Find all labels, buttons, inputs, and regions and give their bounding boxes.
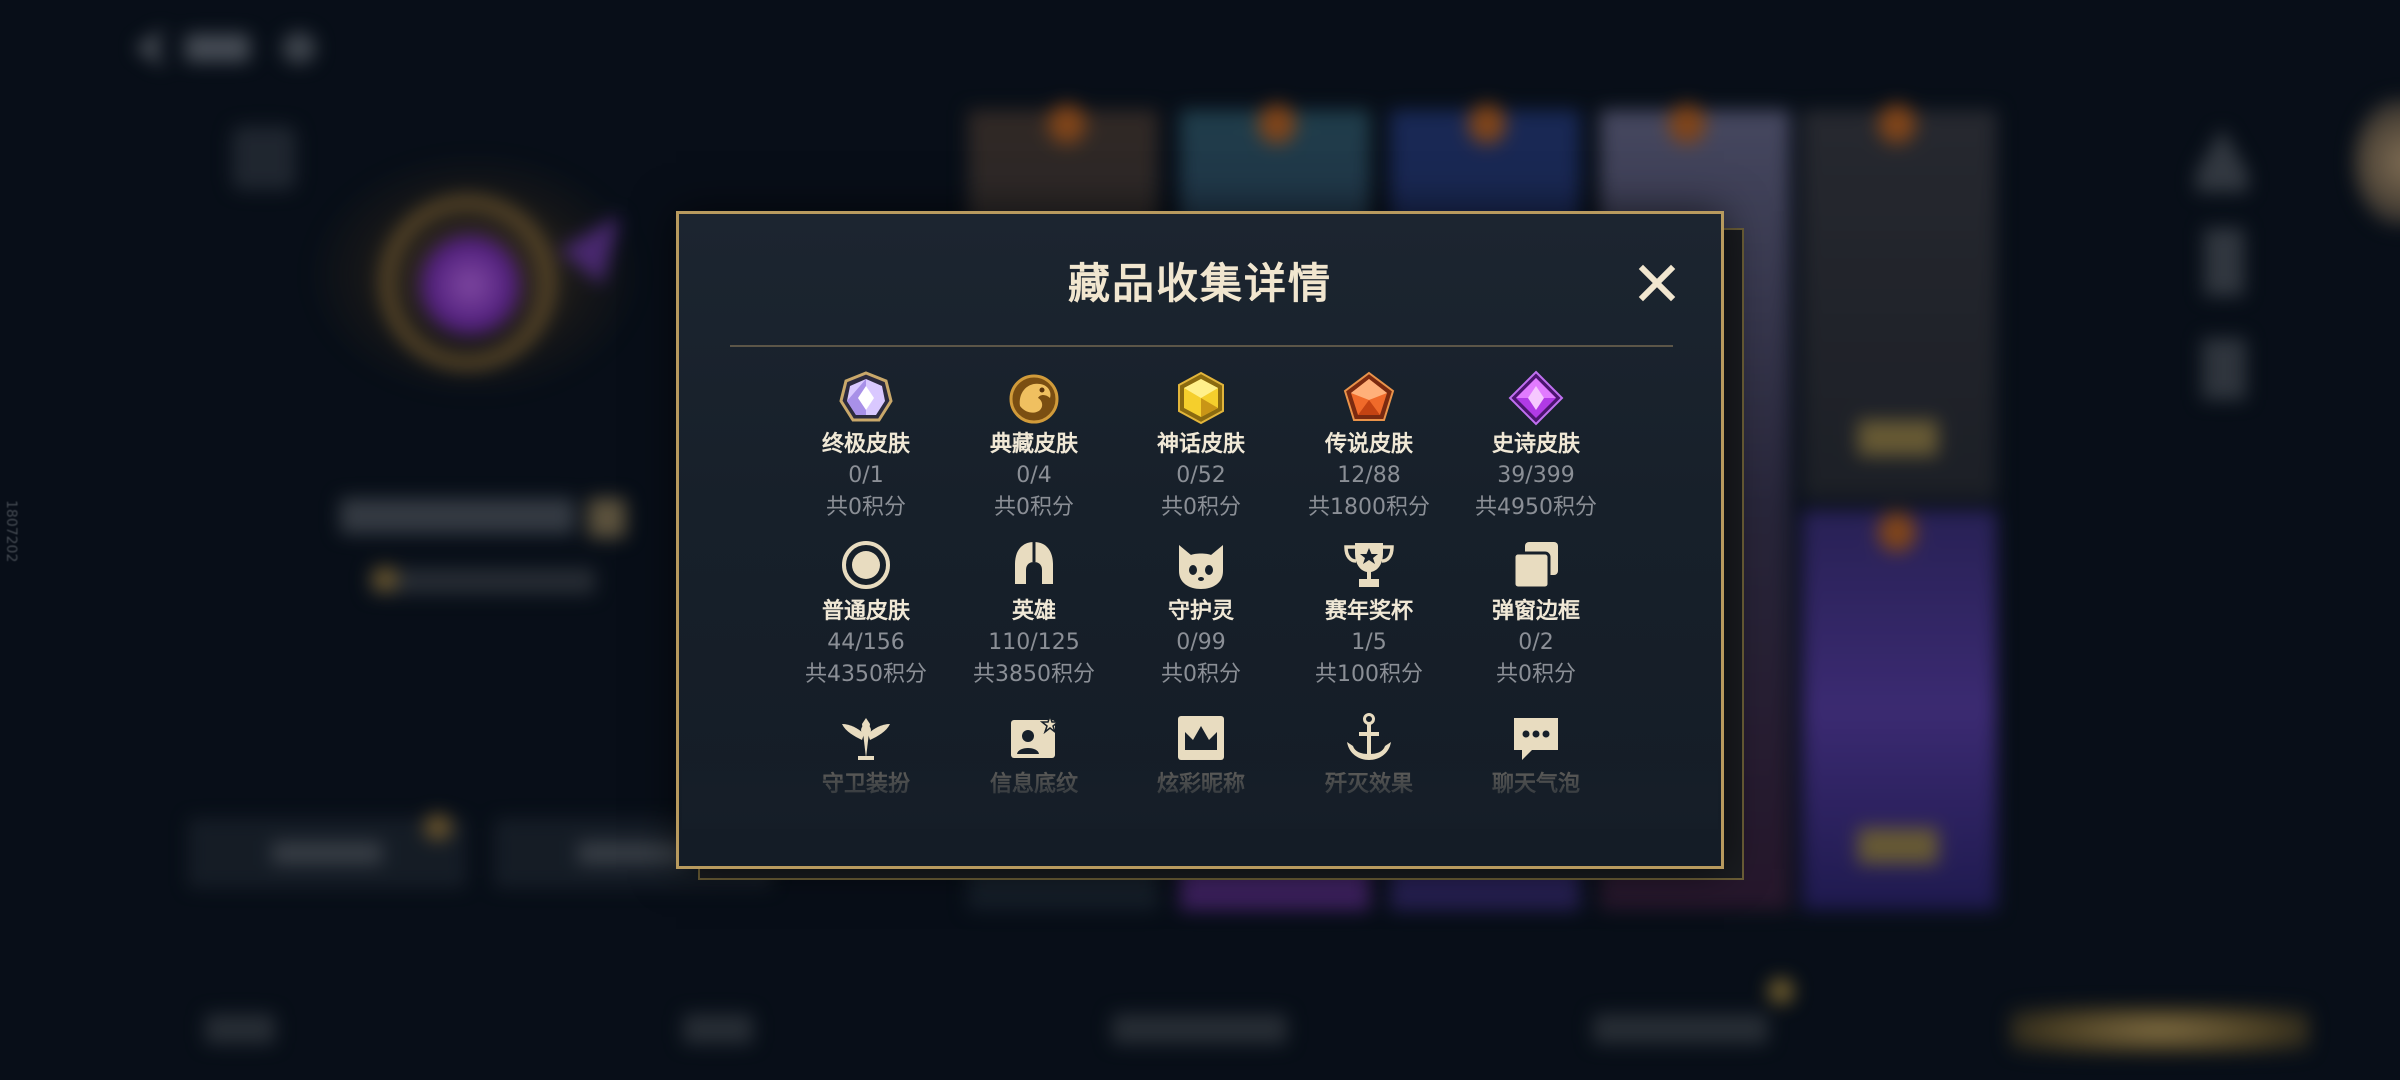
collection-item-points: 共0积分 <box>994 495 1074 520</box>
collection-item-count: 0/1 <box>848 463 884 488</box>
collection-item: 典藏皮肤 0/4 共0积分 <box>950 370 1118 524</box>
collection-item-label: 炫彩昵称 <box>1156 772 1245 797</box>
collection-item-count: 0/52 <box>1176 463 1226 488</box>
collection-item: 神话皮肤 0/52 共0积分 <box>1117 370 1285 524</box>
collection-item-label: 英雄 <box>1011 599 1056 624</box>
collection-item-points: 共3850积分 <box>973 662 1095 687</box>
collection-item-count: 0/99 <box>1176 630 1226 655</box>
popup-frame-icon <box>1508 537 1564 593</box>
collection-item: 英雄 110/125 共3850积分 <box>950 537 1118 691</box>
legend-skin-gem-icon <box>1341 370 1397 426</box>
collection-item: 炫彩昵称 <box>1117 710 1285 800</box>
collection-grid: 终极皮肤 0/1 共0积分 典藏皮肤 0/4 共0积分 神话皮肤 0/52 共0积分 传说皮肤 12… <box>679 214 1721 866</box>
collection-item-points: 共100积分 <box>1315 662 1423 687</box>
collection-item-label: 神话皮肤 <box>1156 432 1245 457</box>
collection-item: 史诗皮肤 39/399 共4950积分 <box>1452 370 1620 524</box>
collection-item: 守护灵 0/99 共0积分 <box>1117 537 1285 691</box>
collection-item-label: 终极皮肤 <box>821 432 910 457</box>
ultimate-skin-gem-icon <box>838 370 894 426</box>
collector-skin-dragon-icon <box>1006 370 1062 426</box>
collection-item-points: 共0积分 <box>826 495 906 520</box>
collection-item-label: 守护灵 <box>1167 599 1234 624</box>
collection-item-points: 共4350积分 <box>805 662 927 687</box>
mythic-skin-gem-icon <box>1173 370 1229 426</box>
season-trophy-icon <box>1341 537 1397 593</box>
collection-item-count: 1/5 <box>1351 630 1387 655</box>
ward-outfit-icon <box>838 710 894 766</box>
colorful-nickname-icon <box>1173 710 1229 766</box>
guardian-spirit-icon <box>1173 537 1229 593</box>
collection-item: 歼灭效果 <box>1285 710 1453 800</box>
epic-skin-gem-icon <box>1508 370 1564 426</box>
collection-item-count: 0/4 <box>1016 463 1052 488</box>
collection-item: 守卫装扮 <box>782 710 950 800</box>
collection-item-points: 共0积分 <box>1161 495 1241 520</box>
collection-item-label: 普通皮肤 <box>821 599 910 624</box>
collection-item-label: 聊天气泡 <box>1491 772 1580 797</box>
hero-helmet-icon <box>1006 537 1062 593</box>
collection-item-label: 典藏皮肤 <box>989 432 1078 457</box>
collection-item-points: 共0积分 <box>1161 662 1241 687</box>
elimination-effect-icon <box>1341 710 1397 766</box>
collection-item-label: 传说皮肤 <box>1324 432 1413 457</box>
collection-item-points: 共4950积分 <box>1475 495 1597 520</box>
collection-item-count: 0/2 <box>1518 630 1554 655</box>
collection-item-count: 44/156 <box>827 630 905 655</box>
collection-item: 信息底纹 <box>950 710 1118 800</box>
collection-item: 终极皮肤 0/1 共0积分 <box>782 370 950 524</box>
collection-item-points: 共1800积分 <box>1308 495 1430 520</box>
collection-item-count: 39/399 <box>1497 463 1575 488</box>
info-background-icon <box>1006 710 1062 766</box>
collection-item-count: 110/125 <box>988 630 1080 655</box>
chat-bubble-icon <box>1508 710 1564 766</box>
collection-item: 赛年奖杯 1/5 共100积分 <box>1285 537 1453 691</box>
side-vertical-text: 1807202 <box>3 500 19 563</box>
collection-item-label: 守卫装扮 <box>821 772 910 797</box>
collection-details-dialog: 藏品收集详情 终极皮肤 0/1 共0积分 典藏皮肤 0/4 共0积分 神话皮肤 0/52 共0积… <box>676 211 1724 869</box>
collection-item-label: 弹窗边框 <box>1491 599 1580 624</box>
collection-item-label: 信息底纹 <box>989 772 1078 797</box>
collection-item-label: 歼灭效果 <box>1324 772 1413 797</box>
collection-item: 普通皮肤 44/156 共4350积分 <box>782 537 950 691</box>
collection-item-count: 12/88 <box>1337 463 1401 488</box>
normal-skin-ring-icon <box>838 537 894 593</box>
collection-item: 聊天气泡 <box>1452 710 1620 800</box>
collection-item: 传说皮肤 12/88 共1800积分 <box>1285 370 1453 524</box>
collection-item-label: 史诗皮肤 <box>1491 432 1580 457</box>
collection-item-label: 赛年奖杯 <box>1324 599 1413 624</box>
collection-item: 弹窗边框 0/2 共0积分 <box>1452 537 1620 691</box>
collection-item-points: 共0积分 <box>1496 662 1576 687</box>
